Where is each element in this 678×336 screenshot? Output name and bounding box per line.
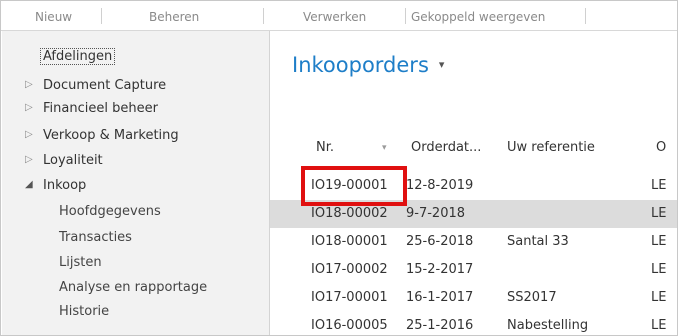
cell-orderdatum: 9-7-2018: [406, 206, 466, 221]
cell-orderdatum: 16-1-2017: [406, 290, 474, 305]
column-header-nr[interactable]: Nr.: [316, 140, 334, 155]
collapse-arrow-icon[interactable]: ◢: [25, 179, 33, 190]
nav-item-label: Document Capture: [43, 78, 167, 93]
cell-orderdatum: 25-1-2016: [406, 318, 474, 333]
nav-item-transacties[interactable]: Transacties: [59, 230, 132, 245]
cell-o: LE: [651, 234, 667, 249]
cell-nr: IO17-00001: [311, 290, 388, 305]
cell-referentie: Santal 33: [507, 234, 569, 249]
cell-o: LE: [651, 178, 667, 193]
nav-item-label: Verkoop & Marketing: [43, 128, 179, 143]
expand-arrow-icon[interactable]: ▷: [25, 102, 33, 113]
ribbon-tab-manage[interactable]: Beheren: [149, 10, 199, 24]
page-title[interactable]: Inkooporders ▾: [292, 53, 444, 77]
navigation-pane: Afdelingen ▷ Document Capture ▷ Financie…: [2, 31, 270, 335]
cell-nr: IO16-00005: [311, 318, 388, 333]
cell-o: LE: [651, 206, 667, 221]
nav-item-analyse-en-rapportage[interactable]: Analyse en rapportage: [59, 280, 207, 295]
ribbon-separator: [585, 8, 586, 24]
table-row[interactable]: IO17-00001 16-1-2017 SS2017 LE: [270, 284, 677, 312]
nav-item-document-capture[interactable]: ▷ Document Capture: [25, 78, 167, 93]
nav-item-label: Afdelingen: [43, 49, 113, 64]
column-header-orderdatum[interactable]: Orderdat...: [411, 140, 481, 155]
nav-item-hoofdgegevens[interactable]: Hoofdgegevens: [59, 204, 161, 219]
cell-orderdatum: 15-2-2017: [406, 262, 474, 277]
nav-item-label: Transacties: [59, 230, 132, 245]
ribbon-tab-process[interactable]: Verwerken: [303, 10, 366, 24]
ribbon: Nieuw Beheren Verwerken Gekoppeld weerge…: [1, 1, 677, 31]
table-row[interactable]: IO17-00002 15-2-2017 LE: [270, 256, 677, 284]
nav-item-afdelingen[interactable]: Afdelingen: [40, 48, 116, 65]
nav-item-label: Financieel beheer: [43, 101, 158, 116]
cell-orderdatum: 25-6-2018: [406, 234, 474, 249]
main-content: Inkooporders ▾ Nr. ▾ Orderdat... Uw refer…: [270, 31, 677, 335]
column-header-o[interactable]: O: [656, 140, 666, 155]
nav-item-financieel-beheer[interactable]: ▷ Financieel beheer: [25, 101, 158, 116]
expand-arrow-icon[interactable]: ▷: [25, 79, 33, 90]
nav-item-verkoop-marketing[interactable]: ▷ Verkoop & Marketing: [25, 128, 179, 143]
ribbon-tab-new[interactable]: Nieuw: [35, 10, 72, 24]
nav-item-label: Lijsten: [59, 255, 102, 270]
column-header-uw-referentie[interactable]: Uw referentie: [507, 140, 595, 155]
cell-o: LE: [651, 262, 667, 277]
nav-item-label: Hoofdgegevens: [59, 204, 161, 219]
cell-nr: IO17-00002: [311, 262, 388, 277]
page-title-text: Inkooporders: [292, 53, 429, 77]
nav-item-historie[interactable]: Historie: [59, 304, 109, 319]
sort-arrow-icon[interactable]: ▾: [382, 143, 387, 153]
cell-nr: IO18-00002: [311, 206, 388, 221]
dropdown-arrow-icon[interactable]: ▾: [439, 58, 445, 71]
table-row[interactable]: IO18-00001 25-6-2018 Santal 33 LE: [270, 228, 677, 256]
nav-item-label: Historie: [59, 304, 110, 319]
table-row[interactable]: IO16-00005 25-1-2016 Nabestelling LE: [270, 312, 677, 335]
cell-nr: IO19-00001: [311, 178, 388, 193]
ribbon-separator: [101, 8, 102, 24]
cell-o: LE: [651, 290, 667, 305]
nav-item-label: Loyaliteit: [43, 153, 103, 168]
nav-item-inkoop[interactable]: ◢ Inkoop: [25, 178, 87, 193]
table-row[interactable]: IO19-00001 12-8-2019 LE: [270, 172, 677, 200]
nav-item-lijsten[interactable]: Lijsten: [59, 255, 102, 270]
cell-o: LE: [651, 318, 667, 333]
ribbon-separator: [263, 8, 264, 24]
ribbon-tab-linked-view[interactable]: Gekoppeld weergeven: [411, 10, 545, 24]
nav-item-loyaliteit[interactable]: ▷ Loyaliteit: [25, 153, 103, 168]
table-row-selected[interactable]: IO18-00002 9-7-2018 LE: [270, 200, 677, 228]
expand-arrow-icon[interactable]: ▷: [25, 154, 33, 165]
cell-referentie: SS2017: [507, 290, 557, 305]
cell-referentie: Nabestelling: [507, 318, 589, 333]
expand-arrow-icon[interactable]: ▷: [25, 129, 33, 140]
cell-nr: IO18-00001: [311, 234, 388, 249]
ribbon-separator: [405, 8, 406, 24]
nav-item-label: Inkoop: [43, 178, 87, 193]
cell-orderdatum: 12-8-2019: [406, 178, 474, 193]
nav-item-label: Analyse en rapportage: [59, 280, 208, 295]
window: Nieuw Beheren Verwerken Gekoppeld weerge…: [0, 0, 678, 336]
